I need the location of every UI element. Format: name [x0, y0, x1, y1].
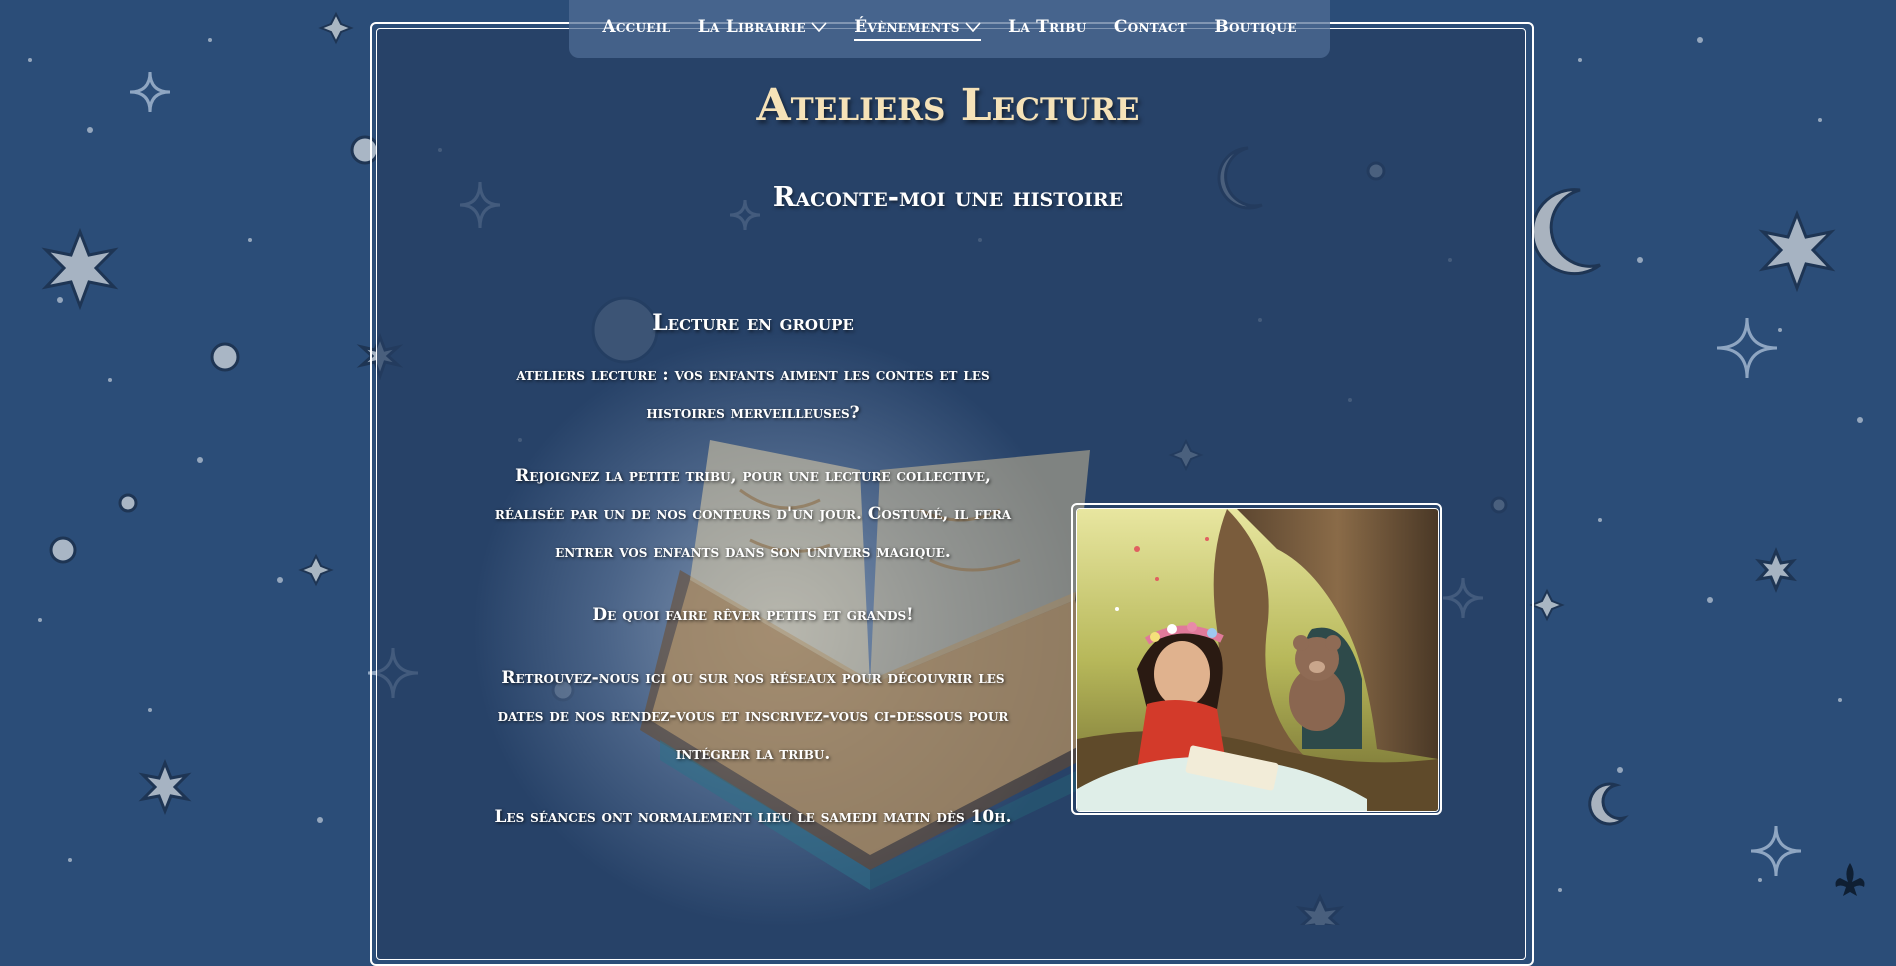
- chevron-down-icon: [965, 22, 981, 32]
- paragraph-description: Rejoignez la petite tribu, pour une lect…: [494, 466, 1012, 562]
- chevron-down-icon: [811, 22, 827, 32]
- nav-item-contact[interactable]: Contact: [1114, 17, 1187, 41]
- paragraph-intro: ateliers lecture : vos enfants aiment le…: [516, 365, 990, 423]
- nav-item-la-librairie[interactable]: La Librairie: [698, 17, 827, 41]
- nav-item-label: La Librairie: [697, 17, 806, 37]
- nav-item-accueil[interactable]: Accueil: [602, 17, 670, 41]
- nav-item-label: Boutique: [1214, 17, 1297, 37]
- girl-reading-photo: [1076, 508, 1439, 812]
- nav-item-label: Accueil: [602, 17, 671, 37]
- nav-item-label: Contact: [1113, 17, 1187, 37]
- nav-item-label: Évènements: [854, 17, 960, 37]
- paragraph-schedule: Les séances ont normalement lieu le same…: [494, 807, 1012, 827]
- page-title: Ateliers Lecture: [756, 80, 1140, 131]
- nav-item-evenements[interactable]: Évènements: [854, 17, 981, 41]
- main-navigation: Accueil La Librairie Évènements La Tribu…: [569, 0, 1330, 58]
- fleur-de-lis-icon: [1835, 863, 1865, 896]
- nav-item-boutique[interactable]: Boutique: [1214, 17, 1296, 41]
- paragraph-tagline: De quoi faire rêver petits et grands!: [592, 605, 914, 625]
- nav-item-label: La Tribu: [1008, 17, 1087, 37]
- section-heading: Lecture en groupe: [652, 310, 854, 336]
- nav-item-la-tribu[interactable]: La Tribu: [1008, 17, 1086, 41]
- paragraph-social: Retrouvez-nous ici ou sur nos réseaux po…: [497, 668, 1009, 764]
- section-text-column: Lecture en groupe ateliers lecture : vos…: [483, 300, 1023, 861]
- page-subtitle: Raconte-moi une histoire: [772, 182, 1124, 213]
